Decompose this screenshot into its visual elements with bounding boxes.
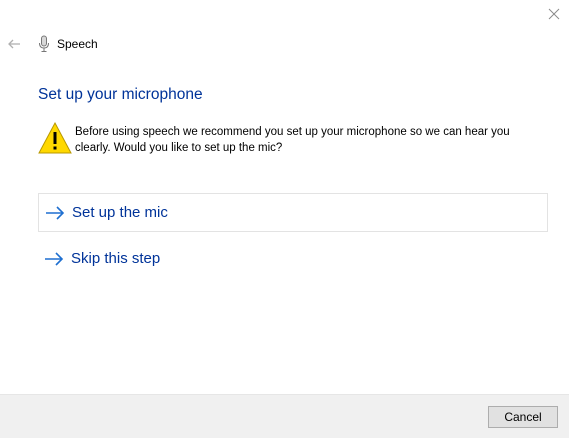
warning-text: Before using speech we recommend you set… <box>75 126 510 154</box>
page-title: Set up your microphone <box>38 86 203 103</box>
wizard-header: Speech <box>0 34 300 56</box>
wizard-footer: Cancel <box>0 394 569 438</box>
back-arrow-icon[interactable] <box>6 36 22 52</box>
set-up-mic-link[interactable]: Set up the mic <box>38 193 548 232</box>
set-up-mic-label: Set up the mic <box>72 204 168 221</box>
skip-step-label: Skip this step <box>71 250 161 267</box>
right-arrow-icon <box>46 206 65 220</box>
skip-step-link[interactable]: Skip this step <box>38 240 548 279</box>
microphone-icon <box>39 35 49 52</box>
cancel-button[interactable]: Cancel <box>488 406 558 428</box>
warning-icon <box>38 121 72 154</box>
right-arrow-icon <box>45 252 64 266</box>
speech-setup-window: Speech Set up your microphone Before usi… <box>0 0 569 438</box>
close-icon[interactable] <box>544 4 564 24</box>
app-title: Speech <box>57 37 98 51</box>
